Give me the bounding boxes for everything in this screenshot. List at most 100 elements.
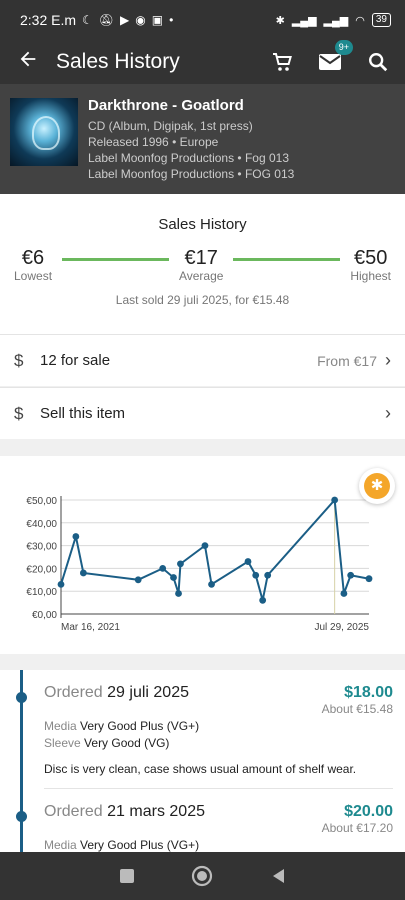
data-point	[252, 571, 260, 579]
mail-icon	[319, 54, 341, 70]
release-format: CD (Album, Digipak, 1st press)	[88, 119, 253, 133]
timeline-dot	[16, 811, 27, 822]
home-button[interactable]	[191, 865, 213, 887]
timeline-line	[20, 670, 23, 789]
data-point	[175, 590, 182, 597]
wifi-icon: ◠	[355, 14, 365, 27]
messages-button[interactable]: 9+	[317, 40, 353, 75]
release-year-country: Released 1996 • Europe	[88, 135, 219, 149]
range-bar	[233, 258, 341, 261]
order-label: Ordered	[44, 684, 103, 701]
recents-button[interactable]	[118, 867, 136, 885]
y-tick-label: €50,00	[26, 496, 57, 507]
bluetooth-icon: ✱	[275, 14, 285, 27]
last-sold-text: Last sold 29 juli 2025, for €15.48	[115, 293, 290, 307]
sleeve-label: Sleeve	[44, 736, 81, 750]
order-date: 29 juli 2025	[107, 684, 189, 701]
accessibility-button[interactable]: ✱	[359, 468, 395, 504]
signal-icon: ▂▄▆	[291, 14, 317, 27]
chevron-right-icon: ›	[385, 350, 391, 370]
average-value: €17	[184, 247, 218, 269]
media-label: Media	[44, 719, 77, 733]
arrow-left-icon	[20, 51, 36, 66]
notification-icon: ▣	[151, 13, 164, 27]
release-cover-image	[10, 98, 78, 166]
highest-label: Highest	[350, 269, 392, 283]
more-dot-icon: •	[169, 13, 174, 27]
data-point	[79, 569, 87, 577]
release-label: Label Moonfog Productions • FOG 013	[88, 167, 295, 181]
messages-badge: 9+	[334, 40, 353, 55]
x-tick-label: Jul 29, 2025	[315, 622, 370, 633]
media-grade: Very Good Plus (VG+)	[80, 838, 200, 852]
data-point	[201, 542, 209, 549]
timeline-dot	[16, 692, 27, 703]
sell-item-label: Sell this item	[40, 405, 126, 422]
y-tick-label: €20,00	[26, 564, 57, 575]
media-grade: Very Good Plus (VG+)	[80, 719, 200, 733]
system-nav-bar	[0, 852, 405, 900]
data-point	[259, 596, 267, 604]
data-point	[72, 533, 80, 540]
data-point	[134, 576, 142, 584]
order-item[interactable]: Ordered 21 mars 2025 $20.00 About €17.20…	[0, 789, 405, 852]
media-label: Media	[44, 838, 77, 852]
data-point	[331, 496, 339, 504]
moon-icon: ☾	[82, 13, 93, 27]
order-price: $20.00	[344, 803, 393, 820]
search-button[interactable]	[365, 49, 391, 75]
release-header[interactable]: Darkthrone - Goatlord CD (Album, Digipak…	[0, 84, 405, 194]
highest-stat: €50 Highest	[350, 247, 391, 283]
chevron-right-icon: ›	[385, 403, 391, 423]
range-bar	[62, 258, 169, 261]
order-price-converted: About €17.20	[321, 821, 393, 835]
average-label: Average	[178, 269, 224, 283]
dollar-icon: $	[14, 403, 24, 423]
accessibility-icon: ✱	[364, 473, 390, 499]
sales-chart-svg: €0,00 €10,00 €20,00 €30,00 €40,00 €50,00 Mar 1…	[26, 496, 373, 633]
data-point	[177, 560, 184, 568]
youtube-icon: ▶	[120, 13, 130, 27]
y-tick-label: €10,00	[26, 587, 57, 598]
order-price-converted: About €15.48	[321, 702, 393, 716]
page-title: Sales History	[56, 50, 180, 73]
x-tick-label: Mar 16, 2021	[61, 622, 120, 633]
order-comment: Disc is very clean, case shows usual amo…	[44, 762, 393, 789]
bell-off-icon: 🔕︎	[98, 13, 115, 27]
data-point	[340, 590, 348, 597]
for-sale-label: 12 for sale	[40, 352, 111, 369]
back-nav-button[interactable]	[269, 867, 287, 885]
app-bar: Sales History 9+	[0, 40, 405, 84]
order-price: $18.00	[344, 684, 393, 701]
dollar-icon: $	[14, 350, 24, 370]
back-button[interactable]	[0, 48, 56, 77]
for-sale-from-price: From €17	[317, 352, 377, 369]
lowest-label: Lowest	[14, 269, 53, 283]
for-sale-row[interactable]: $ 12 for sale From €17 ›	[0, 334, 405, 386]
lowest-value: €6	[21, 247, 45, 269]
data-point	[244, 558, 252, 565]
data-point	[57, 580, 65, 588]
battery-icon: 39	[371, 13, 391, 27]
release-label: Label Moonfog Productions • Fog 013	[88, 151, 289, 165]
cart-button[interactable]	[269, 49, 295, 75]
search-icon	[369, 53, 388, 72]
cart-icon	[273, 53, 292, 71]
y-tick-label: €40,00	[26, 519, 57, 530]
status-time: 2:32 E.m	[20, 12, 77, 28]
sell-item-row[interactable]: $ Sell this item ›	[0, 387, 405, 439]
highest-value: €50	[353, 247, 388, 269]
signal-2-icon: ▂▄▆	[323, 14, 349, 27]
data-point	[170, 574, 177, 581]
order-item[interactable]: Ordered 29 juli 2025 $18.00 About €15.48…	[0, 670, 405, 789]
summary-title: Sales History	[158, 216, 247, 233]
data-point	[159, 565, 167, 572]
sleeve-grade: Very Good (VG)	[84, 736, 170, 750]
series-line	[60, 497, 370, 601]
data-point	[347, 571, 355, 579]
data-point	[365, 575, 373, 583]
status-bar: 2:32 E.m ☾ 🔕︎ ▶ ◉ ▣ • ✱ ▂▄▆ ▂▄▆ ◠ 39	[0, 0, 405, 40]
data-point	[208, 580, 215, 588]
data-point	[264, 571, 272, 579]
record-icon: ◉	[135, 13, 146, 27]
